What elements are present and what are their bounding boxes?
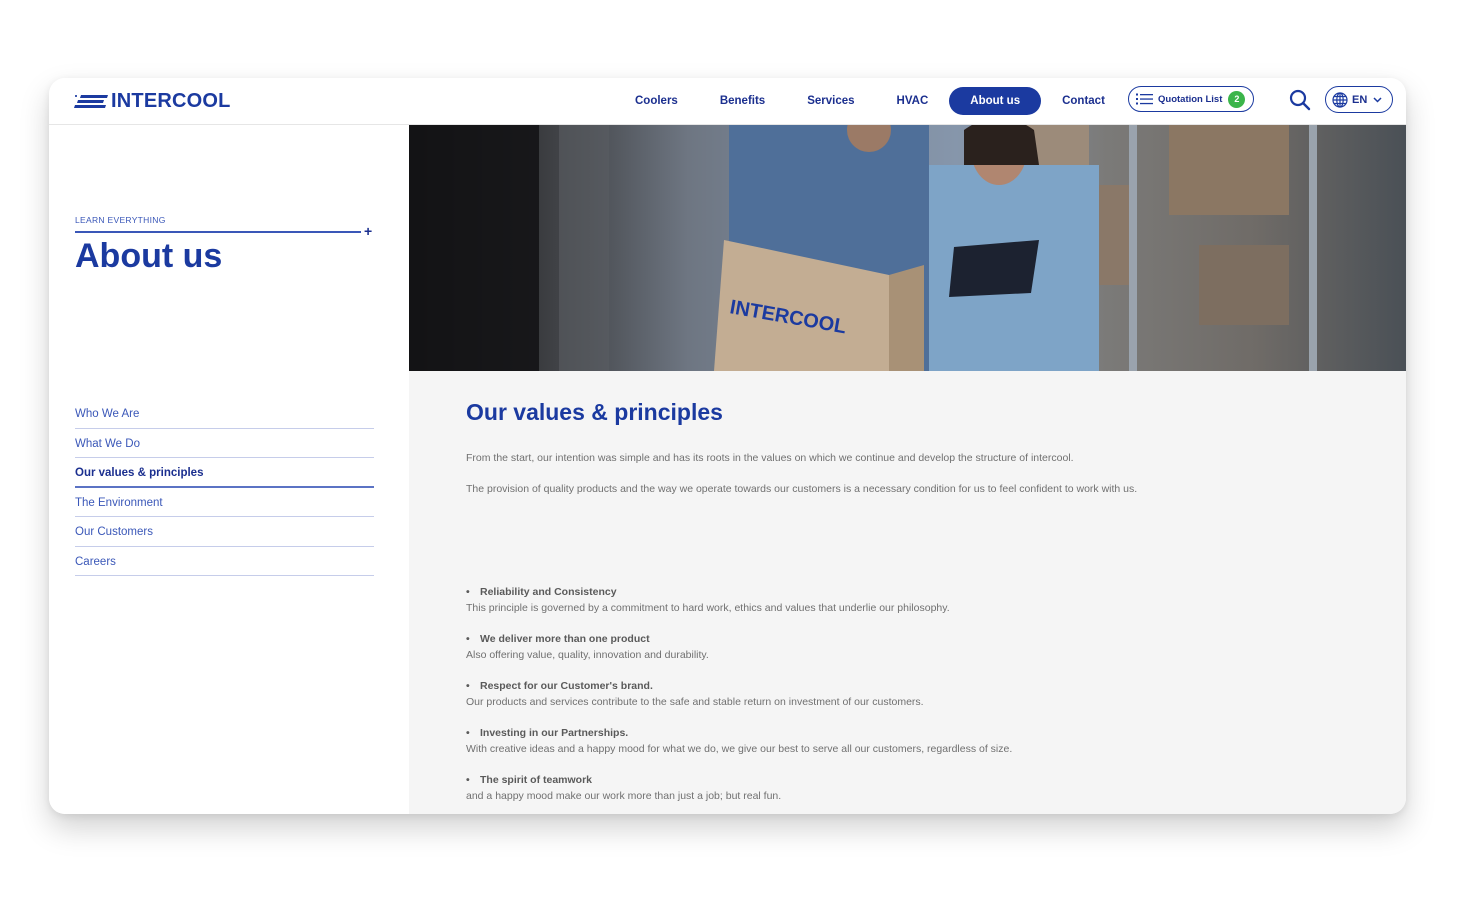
principle-description: Our products and services contribute to … <box>466 696 924 708</box>
principle-title: We deliver more than one product <box>466 631 1166 647</box>
list-item: Investing in our Partnerships. With crea… <box>466 725 1166 757</box>
principles-list: Reliability and Consistency This princip… <box>466 584 1166 814</box>
list-item: Reliability and Consistency This princip… <box>466 584 1166 616</box>
eyebrow-label: LEARN EVERYTHING <box>75 215 166 225</box>
principle-title: Respect for our Customer's brand. <box>466 678 1166 694</box>
plus-icon: + <box>364 223 373 239</box>
principle-description: and a happy mood make our work more than… <box>466 790 782 802</box>
list-item: The spirit of teamwork and a happy mood … <box>466 772 1166 804</box>
sidebar: LEARN EVERYTHING + About us Who We Are W… <box>49 125 409 814</box>
section-nav-what-we-do[interactable]: What We Do <box>75 430 374 458</box>
nav-services[interactable]: Services <box>786 87 875 115</box>
quotation-count-badge: 2 <box>1228 90 1246 108</box>
section-nav-who-we-are[interactable]: Who We Are <box>75 400 374 429</box>
section-nav-our-customers[interactable]: Our Customers <box>75 518 374 547</box>
quotation-list-label: Quotation List <box>1158 93 1223 105</box>
hero-image: INTERCOOL <box>409 125 1406 371</box>
section-title: Our values & principles <box>466 399 723 425</box>
logo-icon <box>74 95 108 108</box>
browser-window: INTERCOOL Coolers Benefits Services HVAC… <box>49 78 1406 814</box>
page-title: About us <box>75 237 223 275</box>
search-button[interactable] <box>1289 89 1311 111</box>
quotation-list-button[interactable]: Quotation List 2 <box>1128 86 1254 112</box>
intro-paragraph: The provision of quality products and th… <box>466 483 1138 495</box>
site-header: INTERCOOL Coolers Benefits Services HVAC… <box>49 78 1406 125</box>
logo-text: INTERCOOL <box>111 90 231 112</box>
principle-description: With creative ideas and a happy mood for… <box>466 743 1013 755</box>
principle-title: Reliability and Consistency <box>466 584 1166 600</box>
search-icon <box>1289 89 1311 111</box>
list-item: Respect for our Customer's brand. Our pr… <box>466 678 1166 710</box>
main-nav: Coolers Benefits Services HVAC About us … <box>614 87 1126 115</box>
nav-hvac[interactable]: HVAC <box>876 87 950 115</box>
nav-contact[interactable]: Contact <box>1041 87 1126 115</box>
principle-title: Investing in our Partnerships. <box>466 725 1166 741</box>
eyebrow-divider <box>75 231 361 233</box>
section-nav-our-values[interactable]: Our values & principles <box>75 459 374 488</box>
language-selector[interactable]: EN <box>1325 86 1393 113</box>
nav-about-us[interactable]: About us <box>949 87 1042 115</box>
nav-coolers[interactable]: Coolers <box>614 87 699 115</box>
section-nav-environment[interactable]: The Environment <box>75 489 374 517</box>
section-nav-careers[interactable]: Careers <box>75 548 374 576</box>
chevron-down-icon <box>1373 96 1382 103</box>
list-icon <box>1136 93 1153 105</box>
language-label: EN <box>1352 93 1368 106</box>
principle-title: The spirit of teamwork <box>466 772 1166 788</box>
principle-description: This principle is governed by a commitme… <box>466 602 950 614</box>
section-nav: Who We Are What We Do Our values & princ… <box>75 400 374 577</box>
intro-paragraph: From the start, our intention was simple… <box>466 452 1074 464</box>
logo[interactable]: INTERCOOL <box>74 91 231 111</box>
main-content: Our values & principles From the start, … <box>409 371 1406 814</box>
hero-illustration: INTERCOOL <box>409 125 1317 371</box>
principle-description: Also offering value, quality, innovation… <box>466 649 709 661</box>
list-item: We deliver more than one product Also of… <box>466 631 1166 663</box>
globe-icon <box>1332 91 1348 108</box>
nav-benefits[interactable]: Benefits <box>699 87 786 115</box>
